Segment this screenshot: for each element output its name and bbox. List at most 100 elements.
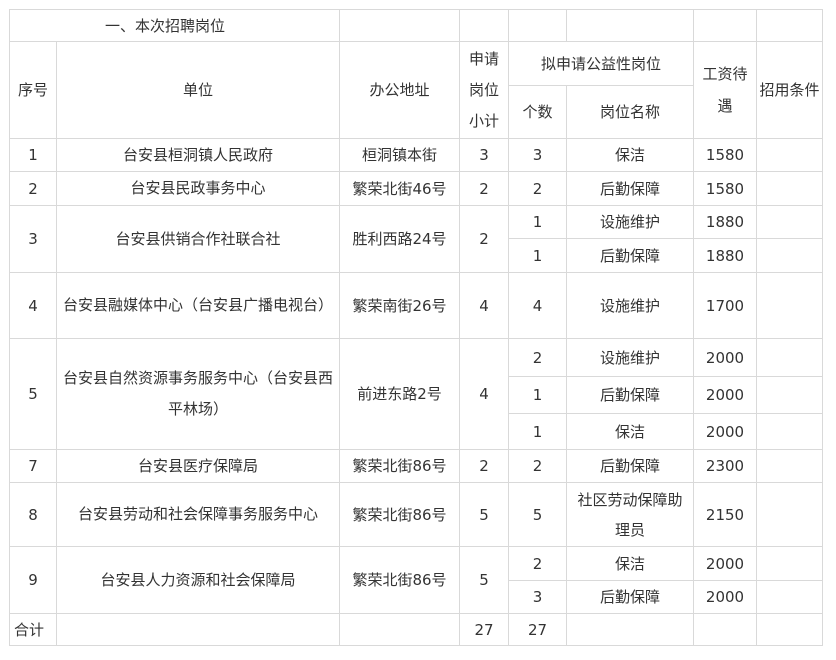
cell-salary: 1880	[693, 205, 757, 239]
cell-seq: 3	[9, 205, 57, 273]
cell-post-name: 设施维护	[566, 205, 694, 239]
cell-conditions	[756, 413, 823, 450]
cell-conditions	[756, 138, 823, 172]
cell-conditions	[756, 272, 823, 339]
cell-address: 繁荣北街86号	[339, 449, 460, 483]
section-title: 一、本次招聘岗位	[9, 9, 340, 42]
cell-post-name: 设施维护	[566, 272, 694, 339]
total-count: 27	[508, 613, 567, 646]
cell-subtotal: 4	[459, 272, 509, 339]
cell-salary: 1880	[693, 238, 757, 273]
cell-salary: 1580	[693, 171, 757, 206]
cell-seq: 2	[9, 171, 57, 206]
cell-post-name: 后勤保障	[566, 376, 694, 414]
header-count: 个数	[508, 85, 567, 139]
header-row: 序号 单位 办公地址 申请岗位小计 拟申请公益性岗位 工资待遇 招用条件	[9, 41, 823, 139]
cell-unit: 台安县劳动和社会保障事务服务中心	[56, 482, 340, 547]
cell-post-name: 保洁	[566, 546, 694, 581]
header-post-name: 岗位名称	[566, 85, 694, 139]
cell-count: 3	[508, 580, 567, 614]
cell-salary: 2000	[693, 413, 757, 450]
cell-conditions	[756, 205, 823, 239]
cell-salary: 2300	[693, 449, 757, 483]
recruitment-table: 一、本次招聘岗位 序号 单位 办公地址 申请岗位小计 拟申请公益性岗位 工资待遇…	[9, 9, 823, 646]
cell-address: 胜利西路24号	[339, 205, 460, 273]
cell-count: 2	[508, 338, 567, 377]
cell-subtotal: 4	[459, 338, 509, 450]
cell-count: 4	[508, 272, 567, 339]
cell-salary: 2150	[693, 482, 757, 547]
cell-subtotal: 2	[459, 449, 509, 483]
table-row: 1 台安县桓洞镇人民政府 桓洞镇本街 3 3 保洁 1580	[9, 138, 823, 172]
total-row: 合计 27 27	[9, 613, 823, 646]
cell-seq: 9	[9, 546, 57, 614]
cell-unit: 台安县民政事务中心	[56, 171, 340, 206]
cell-seq: 1	[9, 138, 57, 172]
header-subtotal: 申请岗位小计	[459, 41, 509, 139]
cell-count: 1	[508, 413, 567, 450]
cell-post-name: 保洁	[566, 138, 694, 172]
cell-count: 1	[508, 376, 567, 414]
table-row: 8 台安县劳动和社会保障事务服务中心 繁荣北街86号 5 5 社区劳动保障助理员 2150	[9, 482, 823, 547]
cell-address: 繁荣南街26号	[339, 272, 460, 339]
cell-unit: 台安县融媒体中心（台安县广播电视台）	[56, 272, 340, 339]
table-cell	[566, 613, 694, 646]
cell-conditions	[756, 238, 823, 273]
cell-count: 5	[508, 482, 567, 547]
table-cell	[56, 613, 340, 646]
cell-count: 2	[508, 171, 567, 206]
table-cell	[756, 613, 823, 646]
table-row: 5 台安县自然资源事务服务中心（台安县西平林场） 前进东路2号 4 2 设施维护 2000	[9, 338, 823, 450]
cell-address: 繁荣北街46号	[339, 171, 460, 206]
table-row: 4 台安县融媒体中心（台安县广播电视台） 繁荣南街26号 4 4 设施维护 1700	[9, 272, 823, 339]
cell-unit: 台安县自然资源事务服务中心（台安县西平林场）	[56, 338, 340, 450]
cell-post-name: 保洁	[566, 413, 694, 450]
cell-conditions	[756, 482, 823, 547]
cell-salary: 1700	[693, 272, 757, 339]
cell-post-name: 后勤保障	[566, 580, 694, 614]
cell-seq: 5	[9, 338, 57, 450]
cell-post-name: 设施维护	[566, 338, 694, 377]
cell-seq: 7	[9, 449, 57, 483]
cell-conditions	[756, 580, 823, 614]
header-address: 办公地址	[339, 41, 460, 139]
cell-address: 桓洞镇本街	[339, 138, 460, 172]
table-row: 7 台安县医疗保障局 繁荣北街86号 2 2 后勤保障 2300	[9, 449, 823, 483]
cell-conditions	[756, 546, 823, 581]
cell-subtotal: 5	[459, 482, 509, 547]
table-row: 3 台安县供销合作社联合社 胜利西路24号 2 1 设施维护 1880	[9, 205, 823, 273]
cell-subtotal: 5	[459, 546, 509, 614]
cell-unit: 台安县医疗保障局	[56, 449, 340, 483]
cell-post-name: 后勤保障	[566, 171, 694, 206]
cell-post-name: 后勤保障	[566, 449, 694, 483]
cell-unit: 台安县桓洞镇人民政府	[56, 138, 340, 172]
table-body: 一、本次招聘岗位 序号 单位 办公地址 申请岗位小计 拟申请公益性岗位 工资待遇…	[9, 9, 823, 646]
cell-salary: 2000	[693, 546, 757, 581]
header-conditions: 招用条件	[756, 41, 823, 139]
cell-count: 2	[508, 546, 567, 581]
title-row: 一、本次招聘岗位	[9, 9, 823, 42]
total-subtotal: 27	[459, 613, 509, 646]
cell-address: 繁荣北街86号	[339, 482, 460, 547]
cell-subtotal: 2	[459, 205, 509, 273]
cell-post-name: 社区劳动保障助理员	[566, 482, 694, 547]
table-row: 9 台安县人力资源和社会保障局 繁荣北街86号 5 2 保洁 2000	[9, 546, 823, 614]
cell-count: 2	[508, 449, 567, 483]
header-proposed: 拟申请公益性岗位	[508, 41, 694, 86]
table-cell	[339, 613, 460, 646]
cell-subtotal: 3	[459, 138, 509, 172]
cell-salary: 2000	[693, 376, 757, 414]
cell-conditions	[756, 171, 823, 206]
cell-address: 繁荣北街86号	[339, 546, 460, 614]
cell-post-name: 后勤保障	[566, 238, 694, 273]
cell-count: 1	[508, 205, 567, 239]
cell-salary: 2000	[693, 338, 757, 377]
cell-salary: 1580	[693, 138, 757, 172]
cell-seq: 8	[9, 482, 57, 547]
cell-conditions	[756, 338, 823, 377]
cell-count: 3	[508, 138, 567, 172]
cell-unit: 台安县供销合作社联合社	[56, 205, 340, 273]
cell-address: 前进东路2号	[339, 338, 460, 450]
cell-conditions	[756, 449, 823, 483]
cell-count: 1	[508, 238, 567, 273]
